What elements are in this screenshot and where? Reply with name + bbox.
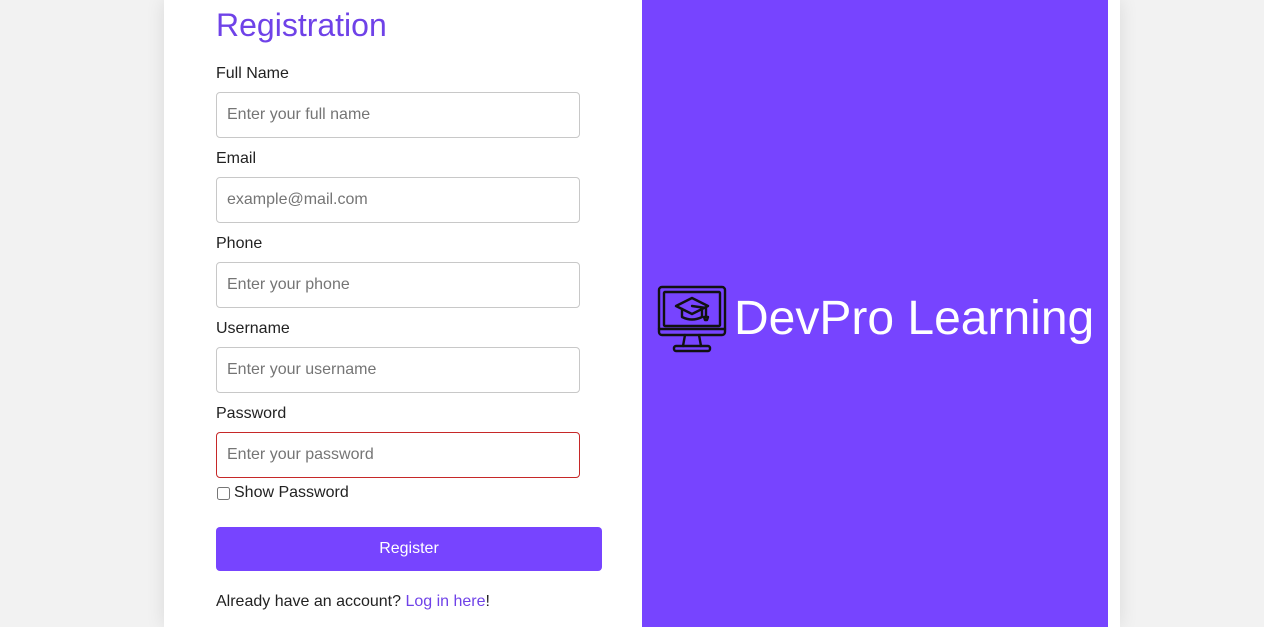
show-password-toggle[interactable]: Show Password [216, 484, 349, 502]
login-suffix: ! [485, 593, 490, 610]
username-label: Username [216, 320, 290, 337]
monitor-graduation-cap-icon [657, 285, 727, 353]
page-title: Registration [216, 7, 387, 43]
login-prompt: Already have an account? Log in here! [216, 592, 490, 612]
phone-input[interactable] [216, 262, 580, 308]
show-password-label: Show Password [234, 484, 349, 501]
username-input[interactable] [216, 347, 580, 393]
registration-panel: Registration Full Name Email Phone Usern… [176, 0, 642, 627]
register-button[interactable]: Register [216, 527, 602, 571]
show-password-checkbox[interactable] [217, 486, 230, 500]
phone-label: Phone [216, 235, 263, 252]
email-input[interactable] [216, 177, 580, 223]
full-name-input[interactable] [216, 92, 580, 138]
login-link[interactable]: Log in here [405, 593, 485, 610]
password-input[interactable] [216, 432, 580, 478]
password-label: Password [216, 405, 287, 422]
full-name-label: Full Name [216, 65, 289, 82]
brand-name: DevPro Learning [734, 292, 1095, 345]
brand-logo: DevPro Learning [656, 284, 1094, 354]
registration-card: Registration Full Name Email Phone Usern… [164, 0, 1120, 627]
login-prompt-text: Already have an account? [216, 593, 406, 610]
email-label: Email [216, 150, 257, 167]
brand-panel: DevPro Learning [642, 0, 1108, 627]
